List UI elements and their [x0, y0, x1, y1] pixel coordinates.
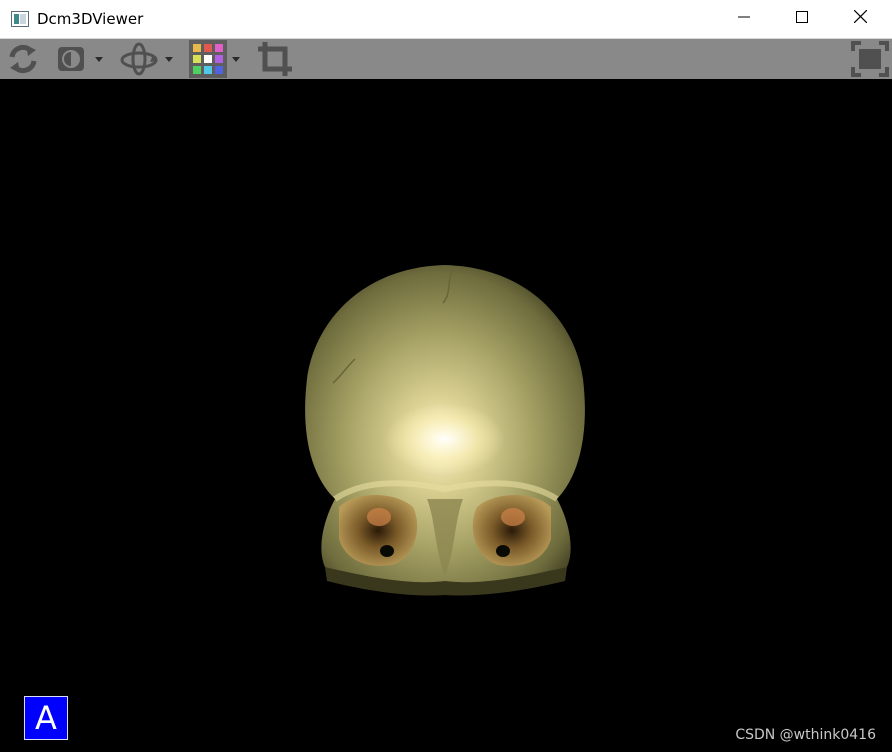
rotate-3d-button[interactable]	[117, 39, 177, 79]
minimize-button[interactable]	[715, 0, 773, 38]
maximize-icon	[796, 10, 808, 28]
color-preset-button[interactable]	[188, 39, 244, 79]
skull-volume-render	[295, 259, 595, 604]
maximize-button[interactable]	[773, 0, 831, 38]
window-title: Dcm3DViewer	[37, 10, 144, 28]
app-icon	[11, 11, 29, 32]
refresh-button[interactable]	[4, 39, 42, 79]
orientation-label: A	[24, 696, 68, 740]
rotate-3d-icon	[117, 39, 177, 79]
crop-icon	[255, 39, 295, 79]
contrast-icon	[54, 39, 108, 79]
refresh-icon	[4, 39, 42, 79]
close-icon	[853, 9, 867, 28]
color-grid-icon	[188, 39, 244, 79]
render-viewport[interactable]: A CSDN @wthink0416	[0, 79, 892, 752]
close-button[interactable]	[831, 0, 889, 38]
fullscreen-button[interactable]	[850, 39, 890, 79]
toolbar	[0, 39, 892, 79]
watermark: CSDN @wthink0416	[735, 727, 876, 743]
minimize-icon	[738, 10, 750, 28]
fullscreen-icon	[850, 39, 890, 79]
title-bar: Dcm3DViewer	[0, 0, 892, 39]
crop-button[interactable]	[255, 39, 295, 79]
window-level-button[interactable]	[54, 39, 108, 79]
